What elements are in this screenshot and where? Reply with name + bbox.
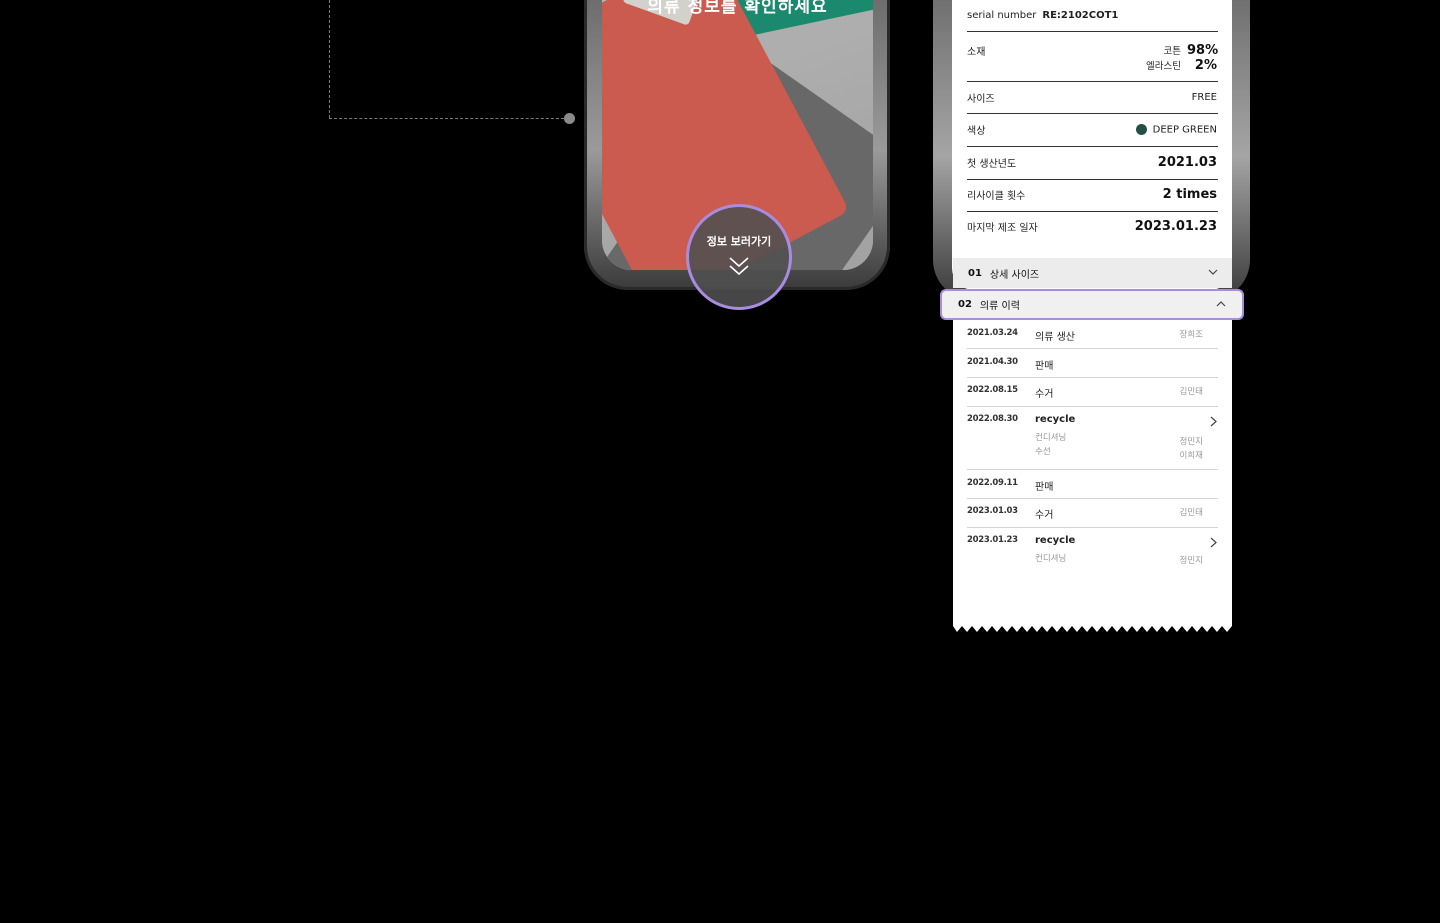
history-date: 2023.01.23 (967, 535, 1018, 545)
divider (967, 211, 1218, 212)
material-name: 엘라스틴 (1146, 61, 1181, 72)
material-percent: 98% (1187, 43, 1219, 58)
divider (967, 146, 1218, 147)
recycle-count-label: 리사이클 횟수 (967, 191, 1026, 202)
material-percent: 2% (1194, 58, 1217, 73)
material-row: 소재 코튼 98% 엘라스틴 2% (967, 43, 1219, 73)
accordion-number: 02 (958, 299, 972, 310)
history-person: 장희조 (1179, 330, 1203, 340)
history-event: 의류 생산 (1035, 332, 1075, 343)
material-label: 소재 (967, 47, 986, 58)
history-person: 정민지 (1179, 556, 1203, 566)
color-swatch (1135, 123, 1147, 135)
history-event: 판매 (1035, 361, 1054, 372)
recycle-count-row: 리사이클 횟수 2 times (967, 187, 1217, 202)
chevron-right-icon (1210, 416, 1217, 427)
history-person: 이희재 (1179, 451, 1203, 461)
material-item: 엘라스틴 2% (967, 58, 1217, 73)
divider (967, 348, 1218, 349)
first-year-row: 첫 생산년도 2021.03 (967, 155, 1217, 170)
history-event: 수거 (1035, 510, 1054, 521)
color-value-wrap: DEEP GREEN (1135, 123, 1217, 136)
last-date-row: 마지막 제조 일자 2023.01.23 (967, 219, 1217, 234)
history-row: 2022.08.15 수거 김민태 (967, 385, 1217, 400)
color-value: DEEP GREEN (1152, 124, 1217, 136)
history-date: 2022.08.30 (967, 414, 1018, 424)
chevron-right-icon (1210, 537, 1217, 548)
first-year-label: 첫 생산년도 (967, 159, 1017, 170)
history-person: 정민지 (1179, 437, 1203, 447)
accordion-number: 01 (968, 267, 982, 279)
material-name: 코튼 (1163, 46, 1181, 57)
accordion-detail-size[interactable]: 01 상세 사이즈 (953, 258, 1232, 288)
history-event: recycle (1035, 414, 1076, 425)
history-date: 2021.03.24 (967, 328, 1018, 338)
history-event: 판매 (1035, 482, 1054, 493)
history-date: 2021.04.30 (967, 357, 1018, 367)
history-person: 김민태 (1179, 508, 1203, 518)
last-date-value: 2023.01.23 (1134, 219, 1217, 234)
divider (967, 31, 1218, 32)
receipt-torn-edge (953, 624, 1232, 632)
accordion-title: 의류 이력 (979, 301, 1020, 312)
history-row-expandable[interactable]: 2023.01.23 recycle 컨디셔닝 정민지 (967, 535, 1217, 571)
history-row-expandable[interactable]: 2022.08.30 recycle 컨디셔닝 수선 정민지 이희재 (967, 414, 1217, 464)
recycle-count-value: 2 times (1162, 187, 1217, 202)
history-detail: recycle 컨디셔닝 수선 정민지 이희재 (1035, 414, 1217, 464)
last-date-label: 마지막 제조 일자 (967, 223, 1038, 234)
history-event: recycle (1035, 535, 1076, 546)
view-info-label: 정보 보러가기 (706, 235, 772, 248)
chevron-down-icon (1208, 269, 1218, 275)
color-row: 색상 DEEP GREEN (967, 122, 1217, 137)
accordion-title: 상세 사이즈 (989, 269, 1040, 281)
screen-headline: 의류 정보를 확인하세요 (647, 0, 828, 17)
serial-value: RE:2102COT1 (1042, 10, 1119, 21)
connector-line-vertical (329, 0, 330, 118)
divider (967, 377, 1218, 378)
first-year-value: 2021.03 (1157, 155, 1217, 170)
chevron-up-icon (1216, 301, 1226, 307)
history-date: 2023.01.03 (967, 506, 1018, 516)
accordion-history[interactable]: 02 의류 이력 (940, 289, 1244, 320)
history-person: 김민태 (1179, 387, 1203, 397)
serial-number: serial number RE:2102COT1 (967, 10, 1118, 21)
view-info-button[interactable]: 정보 보러가기 (686, 204, 792, 310)
history-row: 2023.01.03 수거 김민태 (967, 506, 1217, 521)
material-item: 코튼 98% (967, 43, 1219, 58)
connector-dot (564, 113, 575, 124)
history-detail: recycle 컨디셔닝 정민지 (1035, 535, 1217, 571)
size-row: 사이즈 FREE (967, 90, 1217, 105)
history-event: 수거 (1035, 389, 1054, 400)
history-date: 2022.09.11 (967, 478, 1018, 488)
divider (967, 527, 1218, 528)
double-chevron-down-icon (728, 255, 750, 277)
size-label: 사이즈 (967, 94, 995, 105)
divider (967, 81, 1218, 82)
history-date: 2022.08.15 (967, 385, 1018, 395)
divider (967, 406, 1218, 407)
serial-label: serial number (967, 10, 1037, 21)
connector-line-horizontal (329, 118, 569, 119)
divider (967, 113, 1218, 114)
size-value: FREE (1191, 92, 1217, 103)
history-row: 2021.03.24 의류 생산 장희조 (967, 328, 1217, 343)
history-row: 2022.09.11 판매 (967, 478, 1217, 493)
divider (967, 179, 1218, 180)
divider (967, 469, 1218, 470)
history-row: 2021.04.30 판매 (967, 357, 1217, 372)
divider (967, 498, 1218, 499)
color-label: 색상 (967, 126, 986, 137)
